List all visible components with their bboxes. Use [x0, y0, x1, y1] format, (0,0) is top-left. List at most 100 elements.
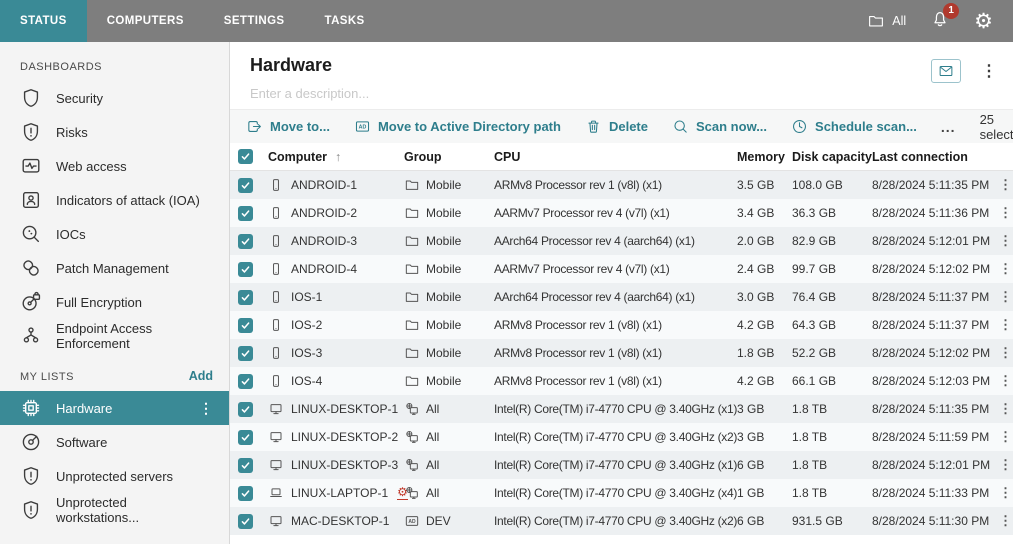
row-menu-button[interactable]: ⋮	[999, 261, 1012, 276]
sidebar-item-hardware[interactable]: Hardware⋮	[0, 391, 229, 425]
description-input[interactable]	[250, 76, 670, 109]
computer-name[interactable]: ANDROID-2	[291, 206, 357, 220]
sidebar-item-indicators-of-attack-ioa[interactable]: Indicators of attack (IOA)	[0, 183, 229, 217]
computer-name[interactable]: ANDROID-1	[291, 178, 357, 192]
table-row[interactable]: IOS-1MobileAArch64 Processor rev 4 (aarc…	[230, 283, 1013, 311]
row-menu-button[interactable]: ⋮	[999, 289, 1012, 304]
sidebar-item-unprotected-workstations[interactable]: Unprotected workstations...	[0, 493, 229, 527]
tab-status[interactable]: STATUS	[0, 0, 87, 42]
computer-name[interactable]: IOS-2	[291, 318, 322, 332]
row-checkbox[interactable]	[238, 318, 253, 333]
column-header-group[interactable]: Group	[404, 150, 494, 164]
row-menu-button[interactable]: ⋮	[999, 205, 1012, 220]
computer-name[interactable]: LINUX-DESKTOP-3	[291, 458, 398, 472]
row-checkbox[interactable]	[238, 514, 253, 529]
notifications-button[interactable]: 1	[930, 9, 950, 34]
table-row[interactable]: IOS-2MobileARMv8 Processor rev 1 (v8l) (…	[230, 311, 1013, 339]
settings-gear-button[interactable]: ⚙	[974, 11, 993, 32]
group-name: Mobile	[426, 206, 461, 220]
phone-icon	[268, 317, 284, 333]
table-row[interactable]: ANDROID-2MobileAARMv7 Processor rev 4 (v…	[230, 199, 1013, 227]
table-row[interactable]: IOS-4MobileARMv8 Processor rev 1 (v8l) (…	[230, 367, 1013, 395]
table-row[interactable]: LINUX-DESKTOP-3AllIntel(R) Core(TM) i7-4…	[230, 451, 1013, 479]
more-actions-button[interactable]: ...	[941, 119, 956, 135]
group-filter-button[interactable]: All	[867, 12, 906, 30]
computer-name[interactable]: IOS-3	[291, 346, 322, 360]
group-filter-label: All	[892, 14, 906, 28]
sidebar-item-unprotected-servers[interactable]: Unprotected servers	[0, 459, 229, 493]
column-header-last-connection[interactable]: Last connection	[872, 150, 999, 164]
add-list-link[interactable]: Add	[189, 369, 213, 383]
computer-name[interactable]: IOS-1	[291, 290, 322, 304]
row-menu-button[interactable]: ⋮	[999, 345, 1012, 360]
cpu-value: ARMv8 Processor rev 1 (v8l) (x1)	[494, 318, 737, 332]
row-menu-button[interactable]: ⋮	[999, 401, 1012, 416]
computer-name[interactable]: ANDROID-3	[291, 234, 357, 248]
column-header-memory[interactable]: Memory	[737, 150, 792, 164]
select-all-checkbox[interactable]	[238, 149, 253, 164]
row-checkbox[interactable]	[238, 346, 253, 361]
table-row[interactable]: LINUX-DESKTOP-2AllIntel(R) Core(TM) i7-4…	[230, 423, 1013, 451]
row-menu-button[interactable]: ⋮	[999, 429, 1012, 444]
row-checkbox[interactable]	[238, 402, 253, 417]
sidebar-item-label: Patch Management	[56, 261, 169, 276]
computer-name[interactable]: ANDROID-4	[291, 262, 357, 276]
computer-name[interactable]: LINUX-DESKTOP-2	[291, 430, 398, 444]
last-connection-value: 8/28/2024 5:12:02 PM	[872, 346, 999, 360]
row-checkbox[interactable]	[238, 178, 253, 193]
row-checkbox[interactable]	[238, 374, 253, 389]
row-menu-button[interactable]: ⋮	[999, 485, 1012, 500]
column-header-cpu[interactable]: CPU	[494, 150, 737, 164]
row-menu-button[interactable]: ⋮	[999, 457, 1012, 472]
sidebar-item-iocs[interactable]: IOCs	[0, 217, 229, 251]
sidebar-item-web-access[interactable]: Web access	[0, 149, 229, 183]
row-checkbox[interactable]	[238, 430, 253, 445]
list-item-menu-button[interactable]: ⋮	[199, 400, 213, 417]
row-menu-button[interactable]: ⋮	[999, 317, 1012, 332]
computer-name[interactable]: IOS-4	[291, 374, 322, 388]
page-menu-button[interactable]: ⋮	[981, 61, 993, 81]
tab-computers[interactable]: COMPUTERS	[87, 0, 204, 42]
web-access-icon	[20, 155, 42, 177]
row-checkbox[interactable]	[238, 486, 253, 501]
row-menu-button[interactable]: ⋮	[999, 373, 1012, 388]
row-menu-button[interactable]: ⋮	[999, 233, 1012, 248]
table-row[interactable]: ANDROID-4MobileAARMv7 Processor rev 4 (v…	[230, 255, 1013, 283]
computer-name[interactable]: MAC-DESKTOP-1	[291, 514, 389, 528]
schedule-scan-button[interactable]: Schedule scan...	[791, 118, 917, 135]
table-row[interactable]: LINUX-DESKTOP-1AllIntel(R) Core(TM) i7-4…	[230, 395, 1013, 423]
column-header-computer[interactable]: Computer↑	[268, 150, 404, 164]
email-report-button[interactable]	[931, 59, 961, 83]
memory-value: 6 GB	[737, 458, 792, 472]
table-row[interactable]: IOS-3MobileARMv8 Processor rev 1 (v8l) (…	[230, 339, 1013, 367]
delete-button[interactable]: Delete	[585, 118, 648, 135]
row-checkbox[interactable]	[238, 234, 253, 249]
tab-tasks[interactable]: TASKS	[305, 0, 385, 42]
row-checkbox[interactable]	[238, 206, 253, 221]
sidebar-item-software[interactable]: Software	[0, 425, 229, 459]
row-menu-button[interactable]: ⋮	[999, 513, 1012, 528]
row-checkbox[interactable]	[238, 262, 253, 277]
row-checkbox[interactable]	[238, 458, 253, 473]
sidebar-item-risks[interactable]: Risks	[0, 115, 229, 149]
sidebar-item-endpoint-access-enforcement[interactable]: Endpoint Access Enforcement	[0, 319, 229, 353]
column-header-disk-capacity[interactable]: Disk capacity	[792, 150, 872, 164]
sidebar-item-full-encryption[interactable]: Full Encryption	[0, 285, 229, 319]
sidebar-item-security[interactable]: Security	[0, 81, 229, 115]
sort-ascending-icon: ↑	[335, 150, 341, 164]
move-to-button[interactable]: Move to...	[246, 118, 330, 135]
sidebar-item-label: Software	[56, 435, 107, 450]
table-row[interactable]: ANDROID-1MobileARMv8 Processor rev 1 (v8…	[230, 171, 1013, 199]
last-connection-value: 8/28/2024 5:11:30 PM	[872, 514, 999, 528]
row-menu-button[interactable]: ⋮	[999, 177, 1012, 192]
row-checkbox[interactable]	[238, 290, 253, 305]
table-row[interactable]: ANDROID-3MobileAArch64 Processor rev 4 (…	[230, 227, 1013, 255]
scan-now-button[interactable]: Scan now...	[672, 118, 767, 135]
computer-name[interactable]: LINUX-LAPTOP-1	[291, 486, 388, 500]
computer-name[interactable]: LINUX-DESKTOP-1	[291, 402, 398, 416]
tab-settings[interactable]: SETTINGS	[204, 0, 305, 42]
table-row[interactable]: LINUX-LAPTOP-1⚙AllIntel(R) Core(TM) i7-4…	[230, 479, 1013, 507]
table-row[interactable]: MAC-DESKTOP-1ADDEVIntel(R) Core(TM) i7-4…	[230, 507, 1013, 535]
sidebar-item-patch-management[interactable]: Patch Management	[0, 251, 229, 285]
move-to-active-directory-path-button[interactable]: ADMove to Active Directory path	[354, 118, 561, 135]
